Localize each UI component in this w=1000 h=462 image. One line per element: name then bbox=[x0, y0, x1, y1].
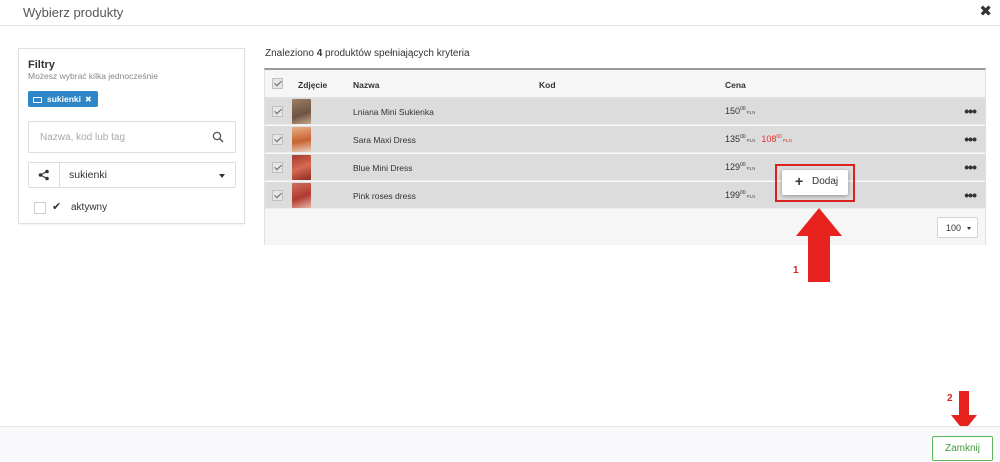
active-filter-tag-label: sukienki bbox=[47, 94, 82, 104]
product-name: Sara Maxi Dress bbox=[353, 135, 416, 145]
product-name: Lniana Mini Sukienka bbox=[353, 107, 434, 117]
active-label: aktywny bbox=[71, 202, 108, 213]
search-input[interactable] bbox=[30, 123, 200, 151]
tag-select-value: sukienki bbox=[69, 169, 107, 181]
check-icon[interactable]: ✔ bbox=[52, 200, 61, 213]
share-icon bbox=[38, 169, 49, 181]
share-cell bbox=[29, 163, 60, 187]
table-header: Zdjęcie Nazwa Kod Cena bbox=[265, 70, 985, 98]
column-header-name[interactable]: Nazwa bbox=[353, 80, 379, 90]
row-checkbox[interactable] bbox=[272, 162, 283, 173]
results-summary: Znaleziono 4 produktów spełniających kry… bbox=[265, 48, 470, 59]
remove-tag-icon[interactable]: ✖ bbox=[85, 95, 92, 104]
more-options-icon[interactable]: ••• bbox=[964, 131, 977, 147]
product-price: 19900PLN bbox=[725, 190, 756, 200]
table-footer: 100 bbox=[265, 209, 985, 245]
chevron-down-icon bbox=[219, 174, 225, 178]
filters-title: Filtry bbox=[28, 59, 55, 71]
product-price: 13500PLN 10800PLN bbox=[725, 134, 792, 144]
select-all-checkbox[interactable] bbox=[272, 78, 283, 89]
close-button[interactable]: Zamknij bbox=[932, 436, 993, 461]
more-options-icon[interactable]: ••• bbox=[964, 159, 977, 175]
table-row[interactable]: Pink roses dress 19900PLN ••• bbox=[265, 182, 985, 209]
search-icon[interactable] bbox=[212, 131, 224, 143]
add-product-button[interactable]: + Dodaj bbox=[782, 170, 848, 195]
product-thumbnail bbox=[292, 155, 311, 180]
product-price: 15000PLN bbox=[725, 106, 756, 116]
active-filter-tag[interactable]: sukienki ✖ bbox=[28, 91, 98, 107]
add-product-label: Dodaj bbox=[812, 176, 839, 187]
per-page-value: 100 bbox=[946, 223, 962, 233]
annotation-step-1: 1 bbox=[793, 265, 799, 276]
table-row[interactable]: Blue Mini Dress 12900PLN ••• bbox=[265, 154, 985, 181]
chevron-down-icon bbox=[967, 227, 971, 230]
product-name: Blue Mini Dress bbox=[353, 163, 413, 173]
row-checkbox[interactable] bbox=[272, 190, 283, 201]
products-table: Zdjęcie Nazwa Kod Cena Lniana Mini Sukie… bbox=[264, 68, 986, 245]
modal-title: Wybierz produkty bbox=[23, 5, 124, 20]
column-header-code[interactable]: Kod bbox=[539, 80, 556, 90]
more-options-icon[interactable]: ••• bbox=[964, 103, 977, 119]
column-header-price[interactable]: Cena bbox=[725, 80, 746, 90]
product-thumbnail bbox=[292, 127, 311, 152]
found-suffix: produktów spełniających kryteria bbox=[325, 48, 470, 59]
product-price: 12900PLN bbox=[725, 162, 756, 172]
close-icon[interactable]: ✖ bbox=[979, 3, 992, 21]
found-count: 4 bbox=[316, 48, 323, 59]
annotation-arrow-up bbox=[796, 208, 842, 282]
annotation-arrow-down bbox=[951, 391, 977, 431]
table-row[interactable]: Lniana Mini Sukienka 15000PLN ••• bbox=[265, 98, 985, 125]
sale-price: 10800PLN bbox=[761, 134, 792, 144]
column-header-photo: Zdjęcie bbox=[298, 80, 328, 90]
more-options-icon[interactable]: ••• bbox=[964, 187, 977, 203]
product-name: Pink roses dress bbox=[353, 191, 416, 201]
search-box bbox=[28, 121, 236, 153]
found-prefix: Znaleziono bbox=[265, 48, 314, 59]
folder-icon bbox=[33, 97, 42, 103]
annotation-step-2: 2 bbox=[947, 393, 953, 404]
row-checkbox[interactable] bbox=[272, 134, 283, 145]
per-page-select[interactable]: 100 bbox=[937, 217, 978, 238]
plus-icon: + bbox=[795, 173, 804, 189]
modal-header: Wybierz produkty ✖ bbox=[0, 0, 1000, 26]
product-thumbnail bbox=[292, 99, 311, 124]
modal-footer bbox=[0, 426, 1000, 462]
active-checkbox[interactable] bbox=[34, 202, 46, 214]
tag-select[interactable]: sukienki bbox=[28, 162, 236, 188]
row-checkbox[interactable] bbox=[272, 106, 283, 117]
product-thumbnail bbox=[292, 183, 311, 208]
filters-subtitle: Możesz wybrać kilka jednocześnie bbox=[28, 71, 158, 81]
table-row[interactable]: Sara Maxi Dress 13500PLN 10800PLN ••• bbox=[265, 126, 985, 153]
